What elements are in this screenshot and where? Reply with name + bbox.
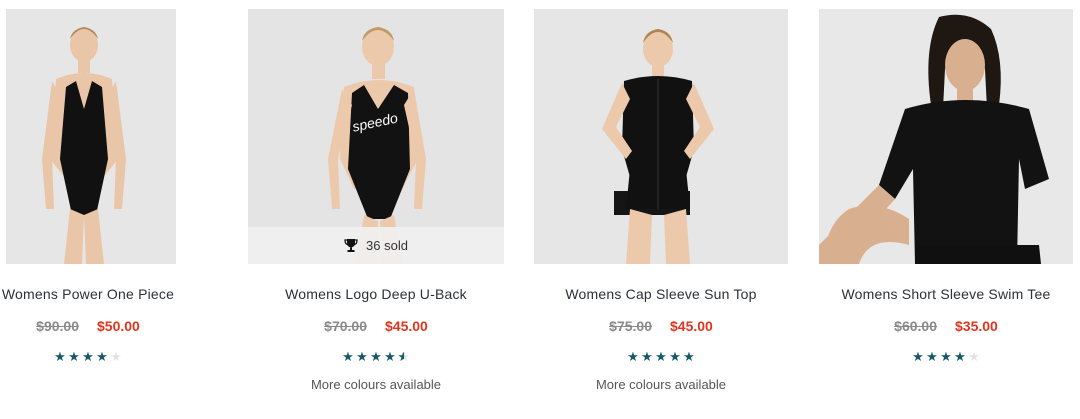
star-icon: ★ ★ xyxy=(655,349,667,364)
sale-price: $45.00 xyxy=(670,318,713,334)
star-icon: ★ ★ xyxy=(926,349,938,364)
sale-price: $50.00 xyxy=(97,318,140,334)
sale-price: $35.00 xyxy=(955,318,998,334)
star-icon: ★ ★ xyxy=(342,349,354,364)
product-image[interactable] xyxy=(6,9,176,264)
sale-price: $45.00 xyxy=(385,318,428,334)
star-icon: ★ ★ xyxy=(641,349,653,364)
rating-stars: ★ ★ ★ ★ ★ ★ ★ ★ ★ xyxy=(0,350,179,364)
star-icon: ★ ★ xyxy=(683,349,695,364)
star-icon: ★ ★ xyxy=(370,349,382,364)
product-image[interactable]: speedo 36 sold xyxy=(248,9,504,264)
star-icon: ★ ★ xyxy=(54,349,66,364)
star-icon: ★ ★ xyxy=(384,349,396,364)
price-row: $60.00 $35.00 xyxy=(819,318,1073,334)
rating-stars: ★ ★ ★ ★ ★ ★ ★ ★ ★ ★ xyxy=(534,350,788,364)
was-price: $70.00 xyxy=(324,318,367,334)
price-row: $75.00 $45.00 xyxy=(534,318,788,334)
swimsuit-model-image: speedo xyxy=(248,9,504,264)
swimsuit-model-image xyxy=(6,9,176,264)
rating-stars: ★ ★ ★ ★ ★ ★ ★ ★ ★ ★ xyxy=(248,350,504,364)
star-icon: ★ ★ xyxy=(356,349,368,364)
price-row: $90.00 $50.00 xyxy=(0,318,179,334)
product-title[interactable]: Womens Power One Piece xyxy=(0,286,179,302)
price-row: $70.00 $45.00 xyxy=(248,318,504,334)
product-title[interactable]: Womens Cap Sleeve Sun Top xyxy=(534,286,788,302)
product-image[interactable] xyxy=(819,9,1073,264)
was-price: $90.00 xyxy=(36,318,79,334)
more-colours-note: More colours available xyxy=(595,377,727,392)
star-icon: ★ ★ xyxy=(68,349,80,364)
star-icon: ★ ★ xyxy=(954,349,966,364)
product-title[interactable]: Womens Logo Deep U-Back xyxy=(248,286,504,302)
more-colours-note: More colours available xyxy=(310,377,442,392)
star-icon: ★ ★ xyxy=(669,349,681,364)
product-image[interactable] xyxy=(534,9,788,264)
was-price: $60.00 xyxy=(894,318,937,334)
sold-count-label: 36 sold xyxy=(366,238,408,253)
star-icon: ★ xyxy=(110,349,122,364)
star-icon: ★ ★ xyxy=(912,349,924,364)
swim-tee-model-image xyxy=(819,9,1073,264)
trophy-icon xyxy=(344,239,358,252)
rating-stars: ★ ★ ★ ★ ★ ★ ★ ★ ★ xyxy=(819,350,1073,364)
swimsuit-model-image xyxy=(534,9,788,264)
star-icon: ★ xyxy=(968,349,980,364)
product-title[interactable]: Womens Short Sleeve Swim Tee xyxy=(819,286,1073,302)
star-icon: ★ ★ xyxy=(397,349,410,364)
star-icon: ★ ★ xyxy=(940,349,952,364)
was-price: $75.00 xyxy=(609,318,652,334)
star-icon: ★ ★ xyxy=(627,349,639,364)
star-icon: ★ ★ xyxy=(96,349,108,364)
star-icon: ★ ★ xyxy=(82,349,94,364)
sold-count-banner: 36 sold xyxy=(248,227,504,264)
